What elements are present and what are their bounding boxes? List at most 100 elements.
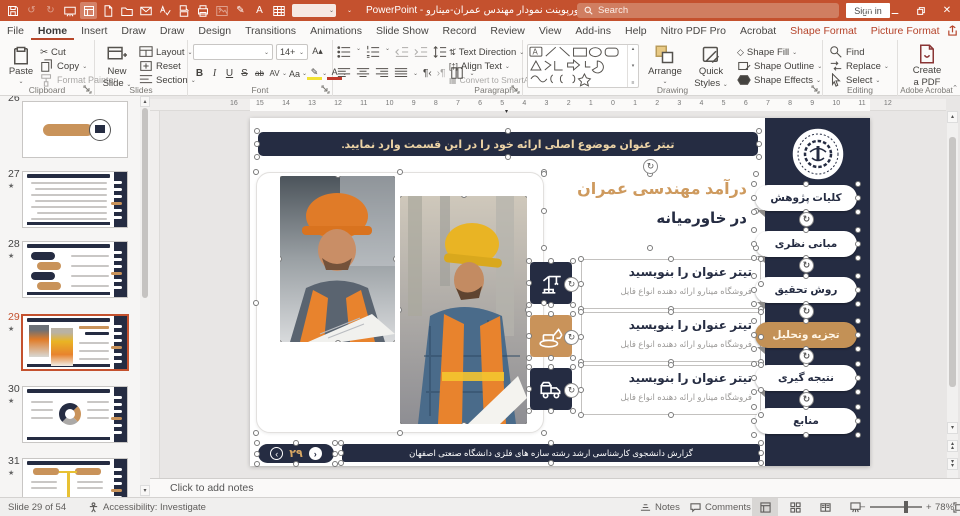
qat-more-icon[interactable]: ⌄ xyxy=(341,2,358,19)
selection-handle[interactable] xyxy=(254,128,260,134)
collapse-ribbon-icon[interactable]: ⌃ xyxy=(952,84,958,92)
quick-styles-button[interactable]: Quick Styles ⌄ xyxy=(689,45,733,89)
selection-handle[interactable] xyxy=(526,355,532,361)
new-document-icon[interactable] xyxy=(99,2,116,19)
nav-pill-method[interactable]: روش تحقیق xyxy=(751,273,861,319)
selection-handle[interactable] xyxy=(338,440,344,446)
selection-handle[interactable] xyxy=(855,301,861,307)
selection-handle[interactable] xyxy=(668,412,674,418)
selection-handle[interactable] xyxy=(753,171,759,177)
selection-handle[interactable] xyxy=(541,208,547,214)
selection-handle[interactable] xyxy=(756,141,762,147)
selection-handle[interactable] xyxy=(254,440,260,446)
highlight-color-icon[interactable]: ✎ xyxy=(307,67,323,80)
selection-handle[interactable] xyxy=(526,386,532,392)
character-spacing-icon[interactable]: AV xyxy=(267,66,282,81)
shape-fill-button[interactable]: ◇ Shape Fill ⌄ xyxy=(737,45,822,59)
undo-icon[interactable]: ↺ xyxy=(23,2,40,19)
accessibility-status[interactable]: Accessibility: Investigate xyxy=(88,498,206,516)
selection-handle[interactable] xyxy=(525,422,527,424)
selection-handle[interactable] xyxy=(668,309,674,315)
shapes-gallery-scroll[interactable]: ▴ ▾ ≡ xyxy=(627,45,638,87)
fit-slide-icon[interactable] xyxy=(953,498,960,516)
selection-handle[interactable] xyxy=(578,362,584,368)
selection-handle[interactable] xyxy=(526,302,532,308)
selection-handle[interactable] xyxy=(570,364,576,370)
slide-thumbnail-26[interactable] xyxy=(22,101,128,158)
tab-transitions[interactable]: Transitions xyxy=(238,21,303,40)
selection-handle[interactable] xyxy=(570,258,576,264)
scroll-down-icon[interactable]: ▾ xyxy=(140,485,150,496)
tab-add-ins[interactable]: Add-ins xyxy=(568,21,618,40)
nav-pill-overview[interactable]: کلیات پژوهش xyxy=(751,181,861,227)
new-slide-button[interactable]: New Slide ⌄ xyxy=(100,45,134,89)
slide-thumbnail-31[interactable] xyxy=(22,458,128,497)
selection-handle[interactable] xyxy=(855,181,861,187)
selection-handle[interactable] xyxy=(855,241,861,247)
selection-handle[interactable] xyxy=(668,256,674,262)
paste-button[interactable]: Paste ⌄ xyxy=(6,45,36,85)
scrollbar-thumb[interactable] xyxy=(949,137,956,387)
justify-icon[interactable] xyxy=(394,66,408,80)
normal-view-icon[interactable] xyxy=(80,2,97,19)
shapes-gallery[interactable]: A ▴ ▾ ≡ xyxy=(527,44,639,88)
spelling-icon[interactable] xyxy=(156,2,173,19)
notes-toggle[interactable]: Notes xyxy=(640,498,680,516)
nav-pill-conclusion[interactable]: نتیجه گیری xyxy=(751,361,861,407)
selection-handle[interactable] xyxy=(855,432,861,438)
selection-handle[interactable] xyxy=(751,432,757,438)
selection-handle[interactable] xyxy=(570,408,576,414)
nav-pill-analysis-active[interactable]: تجزیه وتحلیل xyxy=(751,318,861,364)
content-row-2[interactable]: تیتر عنوان را بنویسید فروشگاه مینارو ارا… xyxy=(564,309,764,365)
selection-handle[interactable] xyxy=(668,362,674,368)
selection-handle[interactable] xyxy=(548,258,554,264)
decrease-indent-icon[interactable] xyxy=(395,45,409,59)
selection-handle[interactable] xyxy=(751,301,757,307)
align-center-icon[interactable] xyxy=(356,66,370,80)
next-page-icon[interactable]: › xyxy=(308,447,322,460)
tab-nitro-pdf[interactable]: Nitro PDF Pro xyxy=(654,21,733,40)
create-pdf-button[interactable]: Create a PDF xyxy=(909,44,945,88)
selection-handle[interactable] xyxy=(803,181,809,187)
increase-indent-icon[interactable] xyxy=(414,45,428,59)
strike-ab-icon[interactable]: ab xyxy=(252,66,267,81)
minimize-icon[interactable] xyxy=(882,0,908,21)
selection-handle[interactable] xyxy=(393,340,395,342)
reading-view-button[interactable] xyxy=(812,498,838,516)
slide-sorter-view-button[interactable] xyxy=(782,498,808,516)
pen-icon[interactable]: ✎ xyxy=(232,2,249,19)
selection-handle[interactable] xyxy=(803,432,809,438)
selection-handle[interactable] xyxy=(803,255,809,261)
photo-engineer-2[interactable] xyxy=(400,196,527,424)
selection-handle[interactable] xyxy=(855,375,861,381)
tab-picture-format[interactable]: Picture Format xyxy=(864,21,947,40)
selection-handle[interactable] xyxy=(570,355,576,361)
insert-table-icon[interactable] xyxy=(270,2,287,19)
shape-outline-button[interactable]: Shape Outline ⌄ xyxy=(737,59,822,73)
selection-handle[interactable] xyxy=(751,181,757,187)
tab-draw-2[interactable]: Draw xyxy=(153,21,192,40)
slide-29[interactable]: تیتر عنوان موضوع اصلی ارائه خود را در ای… xyxy=(250,118,870,467)
horizontal-ruler[interactable]: 16 15 14 13 12 11 10 9 8 7 6 5 4 3 2 1 0 1 2 3 4 5 6 7 8 9 10 11 12 … xyxy=(150,99,946,115)
scroll-down-icon[interactable]: ▾ xyxy=(947,422,958,434)
font-name-combo[interactable]: ⌄ xyxy=(193,44,273,60)
next-slide-icon[interactable]: ▾ ▾ xyxy=(947,458,958,470)
selection-handle[interactable] xyxy=(526,333,532,339)
arrange-button[interactable]: Arrange ⌄ xyxy=(645,45,685,85)
selection-handle[interactable] xyxy=(397,430,403,436)
selection-handle[interactable] xyxy=(758,281,764,287)
selection-handle[interactable] xyxy=(758,450,764,456)
selection-handle[interactable] xyxy=(253,169,259,175)
selection-handle[interactable] xyxy=(397,169,403,175)
share-button[interactable]: Share xyxy=(947,25,960,37)
selection-handle[interactable] xyxy=(803,346,809,352)
selection-handle[interactable] xyxy=(855,318,861,324)
selection-handle[interactable] xyxy=(647,245,653,251)
qat-combobox[interactable]: ⌄ xyxy=(292,4,336,17)
selection-handle[interactable] xyxy=(758,256,764,262)
line-spacing-icon[interactable] xyxy=(433,45,447,59)
bold-button[interactable]: B xyxy=(192,66,207,81)
selection-handle[interactable] xyxy=(254,461,260,467)
selection-handle[interactable] xyxy=(505,154,511,160)
tab-view[interactable]: View xyxy=(532,21,569,40)
